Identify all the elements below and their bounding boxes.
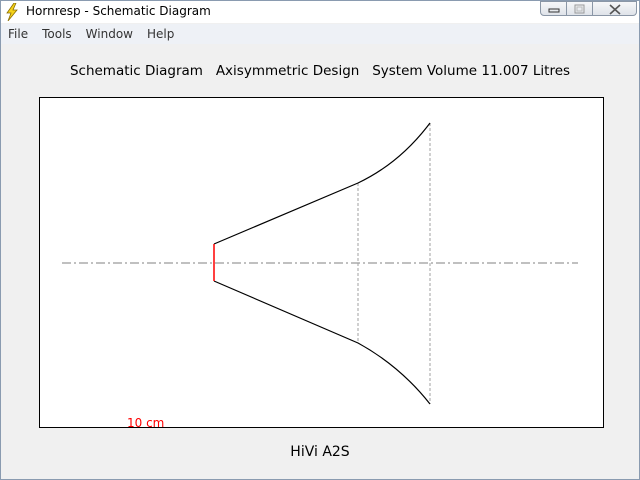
horn-upper-wall <box>213 122 431 245</box>
driver-name: HiVi A2S <box>290 444 350 460</box>
close-icon <box>609 4 621 15</box>
schematic-diagram-canvas: 10 cm <box>39 97 604 428</box>
scale-label: 10 cm <box>127 416 165 428</box>
minimize-button[interactable] <box>540 1 567 16</box>
window-controls <box>540 1 637 17</box>
menu-window[interactable]: Window <box>79 24 140 44</box>
horn-lower-wall <box>213 280 431 405</box>
menu-bar: File Tools Window Help <box>1 24 639 44</box>
menu-file[interactable]: File <box>1 24 35 44</box>
menu-tools[interactable]: Tools <box>35 24 79 44</box>
minimize-icon <box>548 8 560 13</box>
maximize-button[interactable] <box>567 1 593 16</box>
window-title: Hornresp - Schematic Diagram <box>26 4 211 18</box>
horn-schematic <box>62 122 578 405</box>
maximize-icon <box>574 4 585 14</box>
app-window: Hornresp - Schematic Diagram File Tools … <box>0 0 640 480</box>
lightning-bolt-icon <box>4 2 20 22</box>
close-button[interactable] <box>593 1 637 16</box>
title-bar[interactable]: Hornresp - Schematic Diagram <box>1 1 639 23</box>
menu-help[interactable]: Help <box>140 24 181 44</box>
client-area: Schematic Diagram Axisymmetric Design Sy… <box>1 45 639 479</box>
diagram-heading: Schematic Diagram Axisymmetric Design Sy… <box>69 63 571 79</box>
